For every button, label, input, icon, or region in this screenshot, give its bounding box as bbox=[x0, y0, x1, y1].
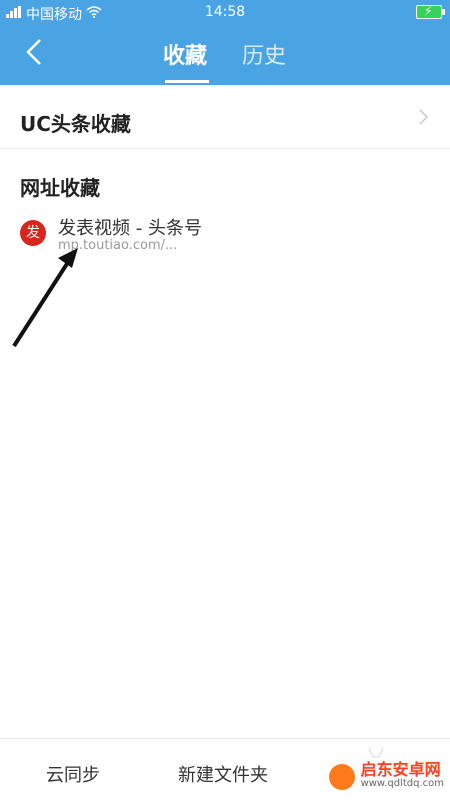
chevron-right-icon bbox=[419, 109, 429, 125]
watermark-name: 启东安卓网 bbox=[360, 760, 441, 779]
watermark-site: www.qdltdq.com bbox=[360, 778, 444, 789]
watermark: 启东安卓网 www.qdltdq.com bbox=[328, 760, 444, 791]
tab-favorites[interactable]: 收藏 bbox=[163, 38, 207, 70]
bottom-toolbar: 云同步 新建文件夹 启东安卓网 www.qdltdq.com bbox=[0, 738, 450, 801]
section-title: 网址收藏 bbox=[20, 176, 100, 200]
nav-bar: 收藏 历史 bbox=[0, 24, 450, 85]
tab-history[interactable]: 历史 bbox=[242, 38, 286, 70]
tray-icon bbox=[368, 747, 384, 758]
cloud-sync-button[interactable]: 云同步 bbox=[46, 761, 100, 787]
tab-indicator bbox=[165, 80, 209, 83]
charging-icon: ⚡ bbox=[424, 4, 433, 18]
top-bar: 中国移动 14:58 ⚡ 收藏 历史 bbox=[0, 0, 450, 85]
back-button[interactable] bbox=[20, 36, 52, 68]
watermark-text: 启东安卓网 www.qdltdq.com bbox=[360, 760, 444, 791]
status-bar: 中国移动 14:58 ⚡ bbox=[0, 0, 450, 24]
uc-headline-favorites-row[interactable]: UC头条收藏 bbox=[0, 86, 450, 149]
watermark-logo-icon bbox=[328, 764, 355, 790]
status-time: 14:58 bbox=[204, 4, 246, 20]
new-folder-button[interactable]: 新建文件夹 bbox=[178, 761, 268, 787]
battery-icon: ⚡ bbox=[416, 4, 445, 19]
annotation-arrow-icon bbox=[12, 248, 78, 348]
uc-row-label: UC头条收藏 bbox=[20, 112, 131, 136]
chevron-left-icon bbox=[26, 39, 41, 65]
